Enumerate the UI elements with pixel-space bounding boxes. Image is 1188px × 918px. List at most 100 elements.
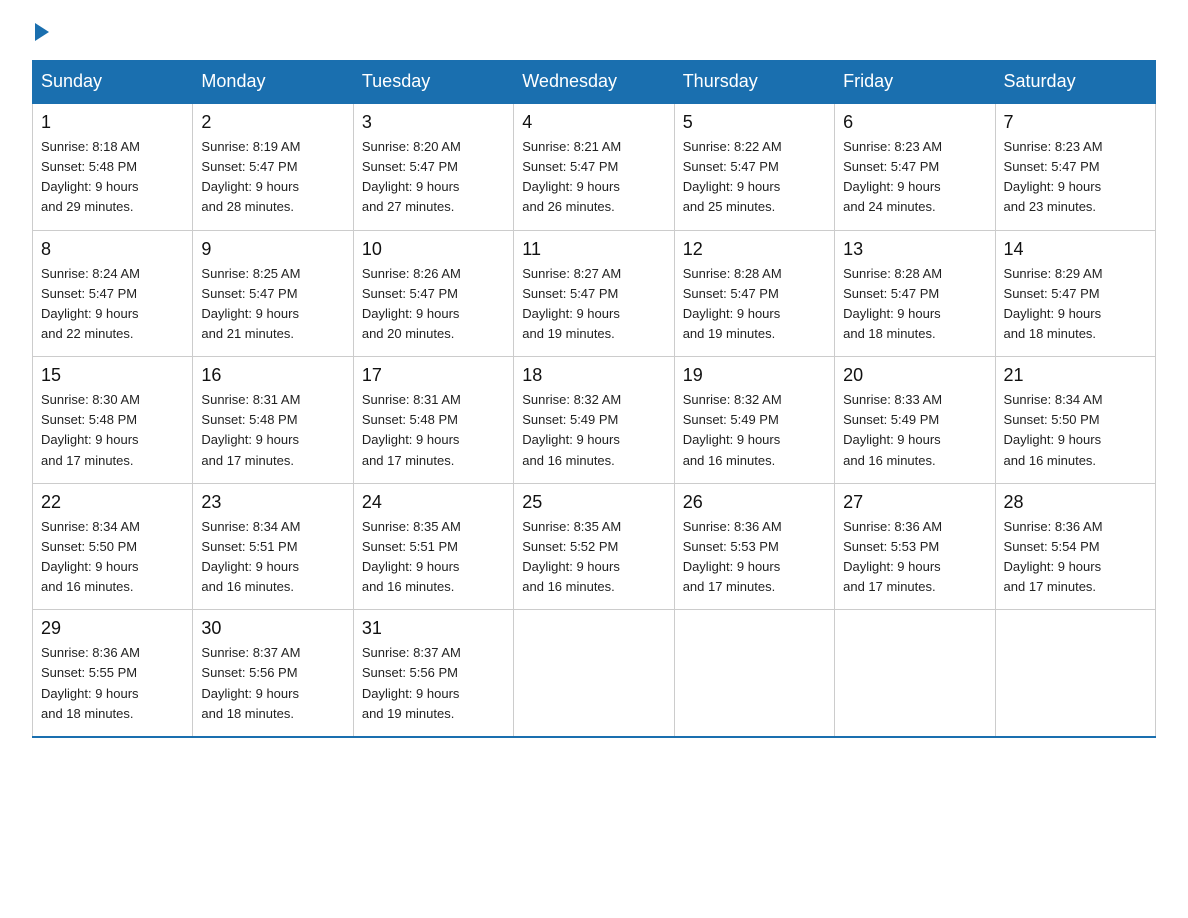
day-header-thursday: Thursday xyxy=(674,61,834,104)
day-info: Sunrise: 8:19 AMSunset: 5:47 PMDaylight:… xyxy=(201,137,344,218)
day-header-friday: Friday xyxy=(835,61,995,104)
day-info: Sunrise: 8:23 AMSunset: 5:47 PMDaylight:… xyxy=(843,137,986,218)
day-number: 3 xyxy=(362,112,505,133)
day-info: Sunrise: 8:34 AMSunset: 5:50 PMDaylight:… xyxy=(41,517,184,598)
day-number: 12 xyxy=(683,239,826,260)
day-number: 16 xyxy=(201,365,344,386)
day-info: Sunrise: 8:25 AMSunset: 5:47 PMDaylight:… xyxy=(201,264,344,345)
day-number: 17 xyxy=(362,365,505,386)
day-header-tuesday: Tuesday xyxy=(353,61,513,104)
calendar-cell: 30 Sunrise: 8:37 AMSunset: 5:56 PMDaylig… xyxy=(193,610,353,737)
calendar-cell: 4 Sunrise: 8:21 AMSunset: 5:47 PMDayligh… xyxy=(514,103,674,230)
day-number: 26 xyxy=(683,492,826,513)
day-info: Sunrise: 8:24 AMSunset: 5:47 PMDaylight:… xyxy=(41,264,184,345)
day-header-wednesday: Wednesday xyxy=(514,61,674,104)
day-info: Sunrise: 8:36 AMSunset: 5:54 PMDaylight:… xyxy=(1004,517,1147,598)
day-number: 24 xyxy=(362,492,505,513)
day-header-saturday: Saturday xyxy=(995,61,1155,104)
day-number: 1 xyxy=(41,112,184,133)
day-info: Sunrise: 8:32 AMSunset: 5:49 PMDaylight:… xyxy=(683,390,826,471)
day-info: Sunrise: 8:31 AMSunset: 5:48 PMDaylight:… xyxy=(362,390,505,471)
calendar-cell: 25 Sunrise: 8:35 AMSunset: 5:52 PMDaylig… xyxy=(514,483,674,610)
calendar-cell: 12 Sunrise: 8:28 AMSunset: 5:47 PMDaylig… xyxy=(674,230,834,357)
calendar-cell: 17 Sunrise: 8:31 AMSunset: 5:48 PMDaylig… xyxy=(353,357,513,484)
day-number: 30 xyxy=(201,618,344,639)
calendar-cell xyxy=(835,610,995,737)
week-row-5: 29 Sunrise: 8:36 AMSunset: 5:55 PMDaylig… xyxy=(33,610,1156,737)
calendar-cell: 28 Sunrise: 8:36 AMSunset: 5:54 PMDaylig… xyxy=(995,483,1155,610)
calendar-cell: 2 Sunrise: 8:19 AMSunset: 5:47 PMDayligh… xyxy=(193,103,353,230)
calendar-cell: 3 Sunrise: 8:20 AMSunset: 5:47 PMDayligh… xyxy=(353,103,513,230)
calendar-cell xyxy=(674,610,834,737)
day-info: Sunrise: 8:32 AMSunset: 5:49 PMDaylight:… xyxy=(522,390,665,471)
day-info: Sunrise: 8:26 AMSunset: 5:47 PMDaylight:… xyxy=(362,264,505,345)
day-number: 19 xyxy=(683,365,826,386)
calendar-cell: 15 Sunrise: 8:30 AMSunset: 5:48 PMDaylig… xyxy=(33,357,193,484)
day-number: 28 xyxy=(1004,492,1147,513)
calendar-cell: 8 Sunrise: 8:24 AMSunset: 5:47 PMDayligh… xyxy=(33,230,193,357)
calendar-header: SundayMondayTuesdayWednesdayThursdayFrid… xyxy=(33,61,1156,104)
day-info: Sunrise: 8:34 AMSunset: 5:51 PMDaylight:… xyxy=(201,517,344,598)
day-number: 10 xyxy=(362,239,505,260)
logo-triangle-icon xyxy=(35,23,49,41)
calendar-cell: 21 Sunrise: 8:34 AMSunset: 5:50 PMDaylig… xyxy=(995,357,1155,484)
logo xyxy=(32,24,49,42)
calendar-cell: 9 Sunrise: 8:25 AMSunset: 5:47 PMDayligh… xyxy=(193,230,353,357)
day-info: Sunrise: 8:36 AMSunset: 5:55 PMDaylight:… xyxy=(41,643,184,724)
day-info: Sunrise: 8:35 AMSunset: 5:51 PMDaylight:… xyxy=(362,517,505,598)
day-number: 22 xyxy=(41,492,184,513)
day-info: Sunrise: 8:23 AMSunset: 5:47 PMDaylight:… xyxy=(1004,137,1147,218)
day-number: 29 xyxy=(41,618,184,639)
calendar-cell: 1 Sunrise: 8:18 AMSunset: 5:48 PMDayligh… xyxy=(33,103,193,230)
calendar-cell: 5 Sunrise: 8:22 AMSunset: 5:47 PMDayligh… xyxy=(674,103,834,230)
calendar-cell: 16 Sunrise: 8:31 AMSunset: 5:48 PMDaylig… xyxy=(193,357,353,484)
calendar-cell: 10 Sunrise: 8:26 AMSunset: 5:47 PMDaylig… xyxy=(353,230,513,357)
day-info: Sunrise: 8:21 AMSunset: 5:47 PMDaylight:… xyxy=(522,137,665,218)
day-number: 20 xyxy=(843,365,986,386)
day-number: 8 xyxy=(41,239,184,260)
calendar-cell: 18 Sunrise: 8:32 AMSunset: 5:49 PMDaylig… xyxy=(514,357,674,484)
day-number: 18 xyxy=(522,365,665,386)
day-number: 4 xyxy=(522,112,665,133)
day-info: Sunrise: 8:22 AMSunset: 5:47 PMDaylight:… xyxy=(683,137,826,218)
day-number: 27 xyxy=(843,492,986,513)
day-info: Sunrise: 8:37 AMSunset: 5:56 PMDaylight:… xyxy=(201,643,344,724)
calendar-cell: 24 Sunrise: 8:35 AMSunset: 5:51 PMDaylig… xyxy=(353,483,513,610)
day-number: 23 xyxy=(201,492,344,513)
calendar-cell: 22 Sunrise: 8:34 AMSunset: 5:50 PMDaylig… xyxy=(33,483,193,610)
day-info: Sunrise: 8:30 AMSunset: 5:48 PMDaylight:… xyxy=(41,390,184,471)
calendar-cell: 7 Sunrise: 8:23 AMSunset: 5:47 PMDayligh… xyxy=(995,103,1155,230)
day-info: Sunrise: 8:27 AMSunset: 5:47 PMDaylight:… xyxy=(522,264,665,345)
calendar-cell: 29 Sunrise: 8:36 AMSunset: 5:55 PMDaylig… xyxy=(33,610,193,737)
calendar-cell: 13 Sunrise: 8:28 AMSunset: 5:47 PMDaylig… xyxy=(835,230,995,357)
day-info: Sunrise: 8:36 AMSunset: 5:53 PMDaylight:… xyxy=(843,517,986,598)
day-info: Sunrise: 8:18 AMSunset: 5:48 PMDaylight:… xyxy=(41,137,184,218)
day-info: Sunrise: 8:33 AMSunset: 5:49 PMDaylight:… xyxy=(843,390,986,471)
day-number: 11 xyxy=(522,239,665,260)
page-header xyxy=(32,24,1156,42)
week-row-2: 8 Sunrise: 8:24 AMSunset: 5:47 PMDayligh… xyxy=(33,230,1156,357)
day-number: 7 xyxy=(1004,112,1147,133)
day-number: 25 xyxy=(522,492,665,513)
calendar-cell: 11 Sunrise: 8:27 AMSunset: 5:47 PMDaylig… xyxy=(514,230,674,357)
day-info: Sunrise: 8:29 AMSunset: 5:47 PMDaylight:… xyxy=(1004,264,1147,345)
calendar-cell: 31 Sunrise: 8:37 AMSunset: 5:56 PMDaylig… xyxy=(353,610,513,737)
calendar-cell xyxy=(995,610,1155,737)
day-header-monday: Monday xyxy=(193,61,353,104)
day-number: 14 xyxy=(1004,239,1147,260)
day-number: 21 xyxy=(1004,365,1147,386)
day-number: 15 xyxy=(41,365,184,386)
calendar-body: 1 Sunrise: 8:18 AMSunset: 5:48 PMDayligh… xyxy=(33,103,1156,737)
day-info: Sunrise: 8:20 AMSunset: 5:47 PMDaylight:… xyxy=(362,137,505,218)
day-info: Sunrise: 8:28 AMSunset: 5:47 PMDaylight:… xyxy=(683,264,826,345)
day-info: Sunrise: 8:37 AMSunset: 5:56 PMDaylight:… xyxy=(362,643,505,724)
calendar-cell: 14 Sunrise: 8:29 AMSunset: 5:47 PMDaylig… xyxy=(995,230,1155,357)
calendar-cell: 23 Sunrise: 8:34 AMSunset: 5:51 PMDaylig… xyxy=(193,483,353,610)
day-number: 31 xyxy=(362,618,505,639)
logo-blue-block xyxy=(32,24,49,42)
calendar-cell: 6 Sunrise: 8:23 AMSunset: 5:47 PMDayligh… xyxy=(835,103,995,230)
day-number: 2 xyxy=(201,112,344,133)
week-row-4: 22 Sunrise: 8:34 AMSunset: 5:50 PMDaylig… xyxy=(33,483,1156,610)
day-header-sunday: Sunday xyxy=(33,61,193,104)
calendar-cell xyxy=(514,610,674,737)
